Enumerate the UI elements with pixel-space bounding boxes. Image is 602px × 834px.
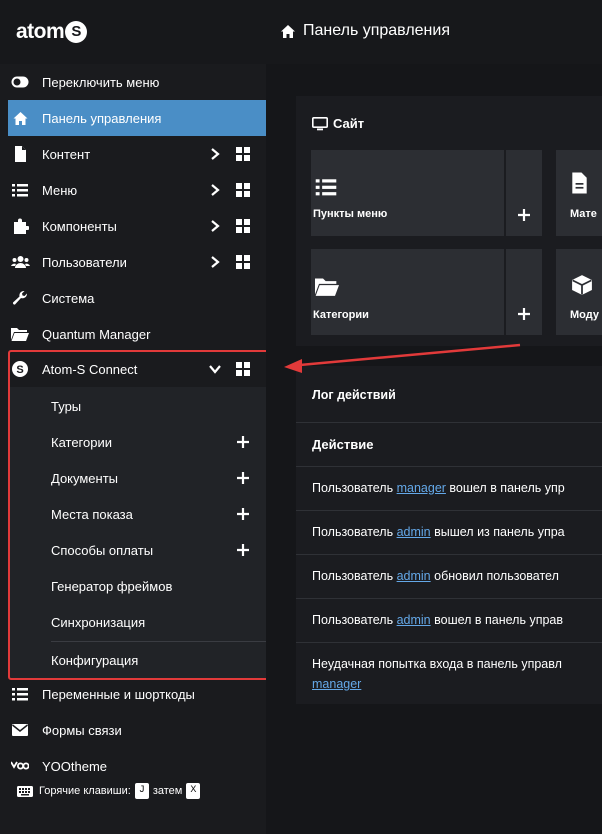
user-link[interactable]: admin — [397, 613, 431, 627]
action-log-title: Лог действий — [312, 388, 396, 402]
site-card-title: Сайт — [312, 116, 364, 131]
sidebar-item-contact-forms[interactable]: Формы связи — [8, 712, 266, 748]
action-log-column-header: Действие — [296, 422, 602, 466]
dashboard-grid-icon[interactable] — [236, 219, 250, 233]
logo-text: atom — [16, 20, 65, 43]
puzzle-icon — [10, 216, 30, 236]
sidebar-item-label: Система — [42, 290, 95, 306]
hotkeys-hint: Горячие клавиши: J затем X — [17, 783, 204, 799]
cube-icon — [572, 275, 592, 295]
top-bar: atom S Панель управления — [0, 0, 602, 64]
column-header-action: Действие — [312, 437, 374, 452]
page-title: Панель управления — [280, 22, 450, 40]
highlight-annotation-box — [8, 350, 273, 680]
table-row: Неудачная попытка входа в панель управл … — [296, 642, 602, 704]
toggle-icon — [10, 72, 30, 92]
user-link[interactable]: admin — [397, 569, 431, 583]
logo-badge: S — [65, 21, 88, 43]
tile-categories[interactable] — [311, 249, 504, 335]
sidebar-item-yootheme[interactable]: YOOtheme — [8, 748, 266, 784]
tile-label: Категории — [313, 309, 369, 321]
tile-label: Мате — [570, 208, 597, 220]
tile-label: Пункты меню — [313, 208, 388, 220]
dashboard-grid-icon[interactable] — [236, 147, 250, 161]
sidebar-item-label: YOOtheme — [42, 758, 108, 774]
page-title-text: Панель управления — [303, 22, 450, 39]
keyboard-icon — [17, 785, 33, 797]
envelope-icon — [10, 720, 30, 740]
user-link[interactable]: manager — [397, 481, 446, 495]
folder-open-icon — [315, 278, 339, 296]
dashboard-grid-icon[interactable] — [236, 255, 250, 269]
admin-app: atom S Панель управления Переключить мен… — [0, 0, 602, 834]
table-row: Пользователь manager вошел в панель упр — [296, 466, 602, 510]
folder-icon — [10, 324, 30, 344]
sidebar-item-toggle-menu[interactable]: Переключить меню — [8, 64, 266, 100]
chevron-right-icon[interactable] — [208, 219, 222, 233]
sidebar-item-label: Quantum Manager — [42, 326, 151, 342]
yootheme-icon — [10, 756, 30, 776]
sidebar-item-label: Переменные и шорткоды — [42, 686, 195, 702]
sidebar-item-label: Панель управления — [42, 110, 162, 126]
sidebar-item-components[interactable]: Компоненты — [8, 208, 266, 244]
dashboard-grid-icon[interactable] — [236, 183, 250, 197]
logo[interactable]: atom S — [16, 18, 88, 46]
list-icon — [10, 180, 30, 200]
table-row: Пользователь admin вошел в панель управ — [296, 598, 602, 642]
tile-add-button[interactable] — [506, 249, 542, 335]
sidebar-item-label: Пользователи — [42, 254, 127, 270]
hotkeys-label: Горячие клавиши: — [39, 785, 131, 797]
sidebar-item-quantum-manager[interactable]: Quantum Manager — [8, 316, 266, 352]
hotkey-x: X — [186, 783, 201, 799]
desktop-icon — [312, 116, 328, 130]
sidebar-item-variables-shortcodes[interactable]: Переменные и шорткоды — [8, 676, 266, 712]
table-row: Пользователь admin обновил пользовател — [296, 554, 602, 598]
wrench-icon — [10, 288, 30, 308]
sidebar-item-content[interactable]: Контент — [8, 136, 266, 172]
sidebar-item-label: Компоненты — [42, 218, 117, 234]
sidebar-item-system[interactable]: Система — [8, 280, 266, 316]
users-icon — [10, 252, 30, 272]
sidebar-item-menus[interactable]: Меню — [8, 172, 266, 208]
plus-icon — [518, 308, 530, 320]
home-icon — [10, 108, 30, 128]
plus-icon — [518, 209, 530, 221]
user-link[interactable]: manager — [312, 677, 361, 691]
sidebar-item-label: Переключить меню — [42, 74, 160, 90]
tile-label: Моду — [570, 309, 599, 321]
home-icon — [281, 24, 295, 38]
site-card-title-text: Сайт — [333, 116, 365, 131]
hotkey-j: J — [134, 783, 149, 799]
sidebar-item-label: Контент — [42, 146, 91, 162]
user-link[interactable]: admin — [397, 525, 431, 539]
sidebar-item-label: Формы связи — [42, 722, 122, 738]
chevron-right-icon[interactable] — [208, 183, 222, 197]
sidebar-item-users[interactable]: Пользователи — [8, 244, 266, 280]
table-row: Пользователь admin вышел из панель упра — [296, 510, 602, 554]
list-icon — [315, 179, 337, 196]
tile-add-button[interactable] — [506, 150, 542, 236]
sidebar-item-label: Меню — [42, 182, 78, 198]
tile-menu-items[interactable] — [311, 150, 504, 236]
file-text-icon — [572, 172, 587, 194]
file-icon — [10, 144, 30, 164]
list-icon — [10, 684, 30, 704]
action-log-header: Лог действий — [296, 366, 602, 422]
chevron-right-icon[interactable] — [208, 255, 222, 269]
chevron-right-icon[interactable] — [208, 147, 222, 161]
sidebar-item-dashboard[interactable]: Панель управления — [8, 100, 266, 136]
hotkeys-then: затем — [152, 785, 183, 797]
